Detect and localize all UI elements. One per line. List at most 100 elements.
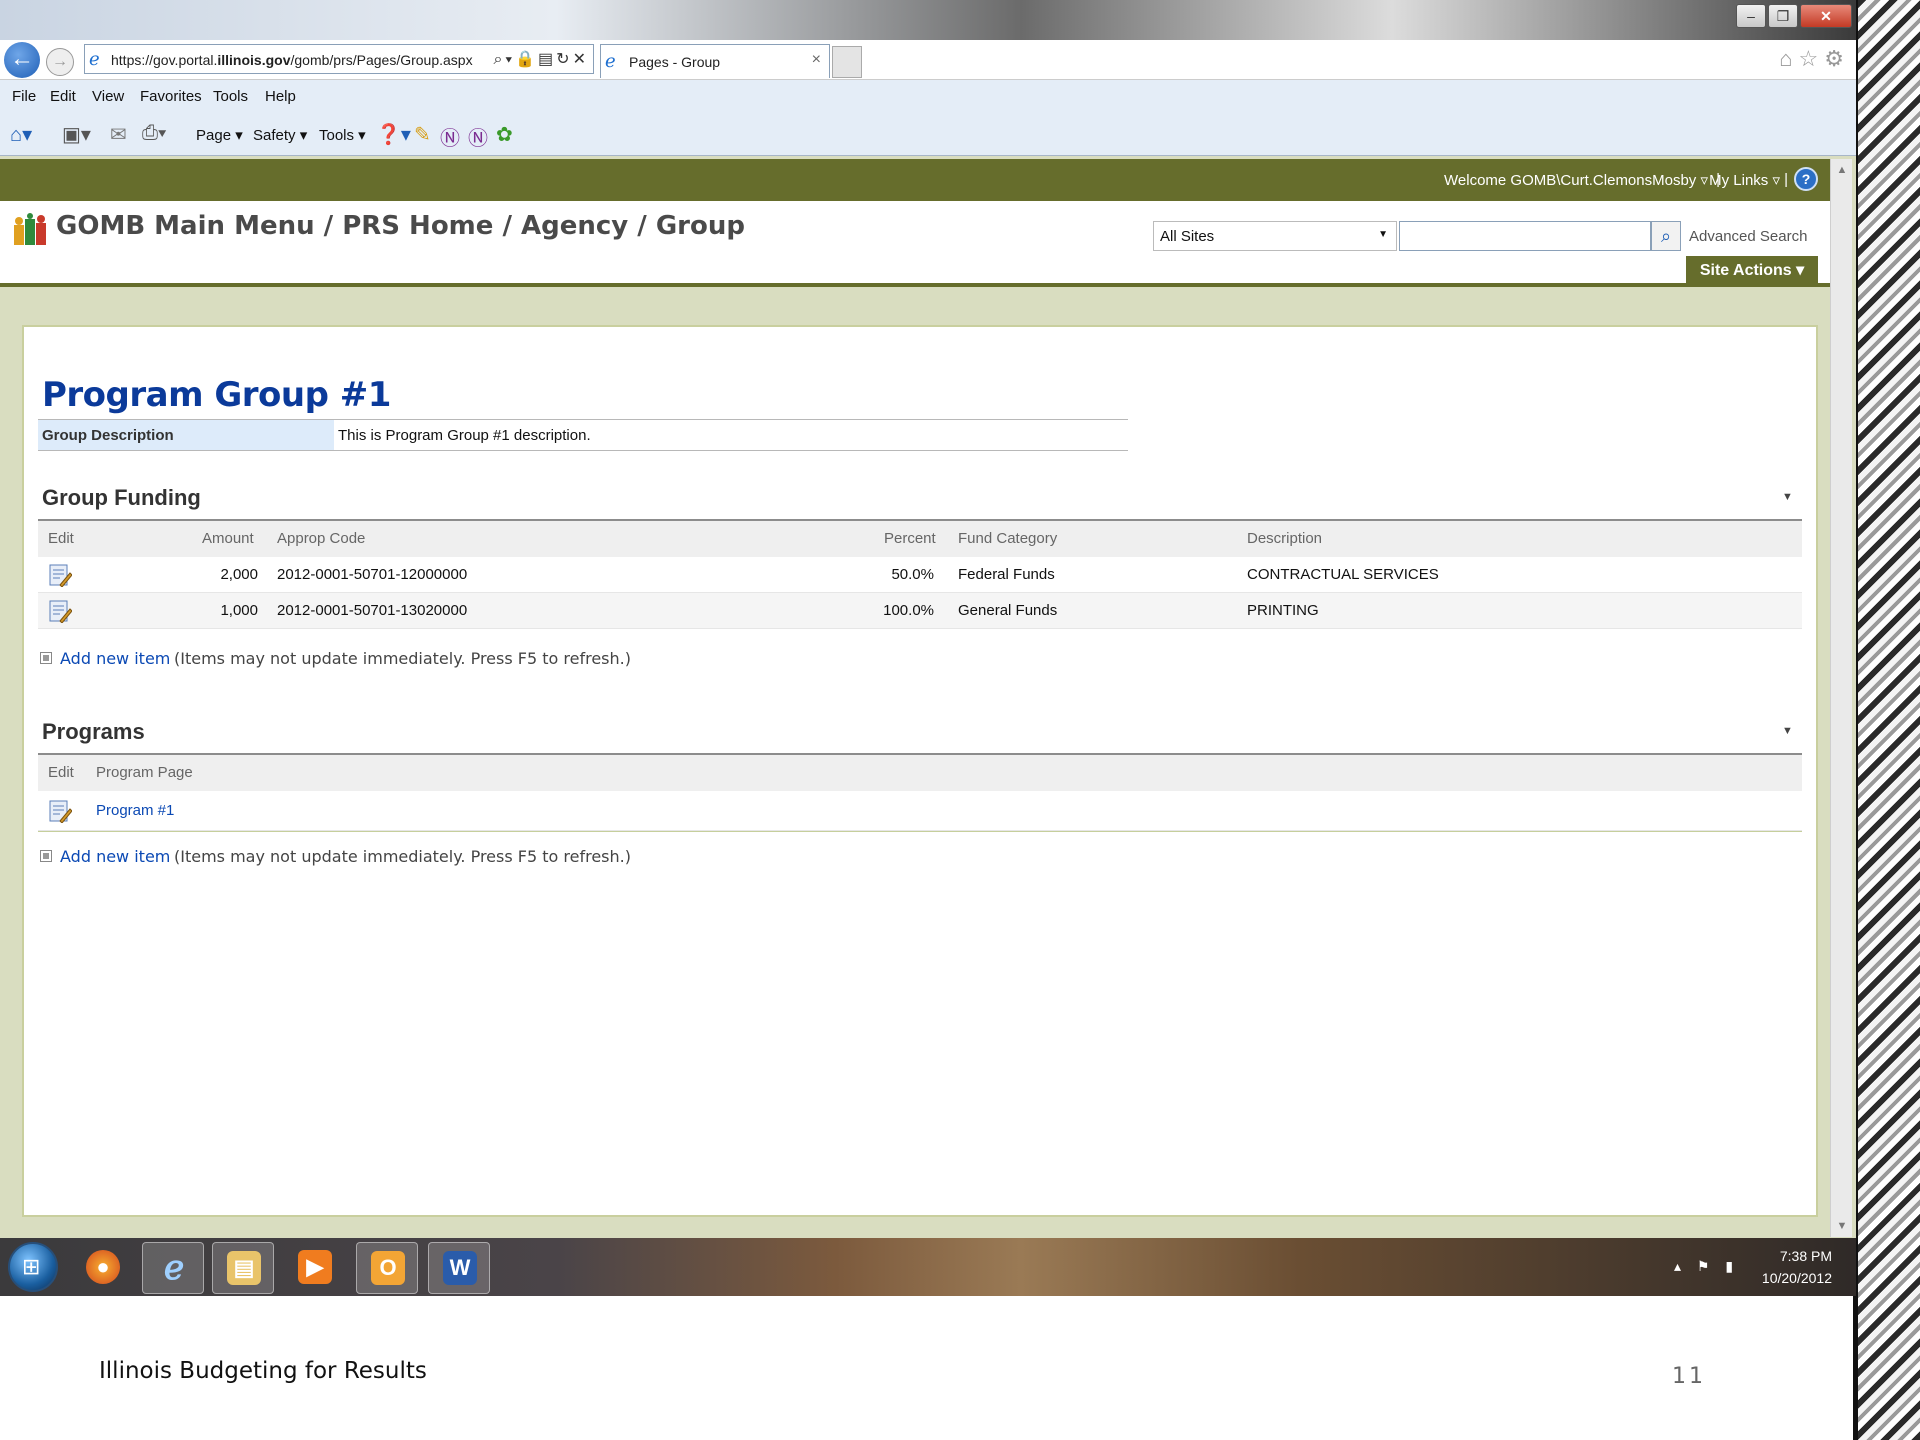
group-description-table: Group Description This is Program Group … <box>38 419 1128 451</box>
group-funding-title: Group Funding <box>42 485 201 510</box>
onenote-icon[interactable]: Ⓝ <box>440 122 460 151</box>
maximize-button[interactable]: ❐ <box>1768 4 1798 28</box>
chevron-down-icon: ▼ <box>1378 229 1388 240</box>
addon-icon[interactable]: ✎ <box>414 122 431 147</box>
menu-edit[interactable]: Edit <box>50 88 76 105</box>
menu-tools[interactable]: Tools <box>213 88 248 105</box>
firefox-icon[interactable]: ● <box>72 1242 134 1294</box>
approp-code-cell: 2012-0001-50701-13020000 <box>277 602 468 619</box>
help-icon[interactable]: ? <box>1794 167 1818 191</box>
sharepoint-top-bar: Welcome GOMB\Curt.ClemonsMosby ▿ | My Li… <box>0 159 1830 201</box>
internet-explorer-icon[interactable]: ℯ <box>142 1242 204 1294</box>
system-tray-icons[interactable]: ▴ ⚑ ▮ <box>1674 1258 1739 1275</box>
collapse-arrow-icon[interactable]: ▼ <box>1782 491 1793 503</box>
menu-file[interactable]: File <box>12 88 36 105</box>
advanced-search-link[interactable]: Advanced Search <box>1689 228 1807 245</box>
my-links-menu[interactable]: My Links ▿ <box>1709 171 1780 189</box>
table-row: 1,000 2012-0001-50701-13020000 100.0% Ge… <box>38 593 1802 629</box>
refresh-note: (Items may not update immediately. Press… <box>174 649 631 668</box>
close-window-button[interactable]: ✕ <box>1800 4 1852 28</box>
site-actions-button[interactable]: Site Actions ▾ <box>1686 256 1818 286</box>
feeds-icon[interactable]: ▣▾ <box>62 122 91 147</box>
edit-icon[interactable] <box>48 563 72 587</box>
site-logo-icon <box>14 213 46 245</box>
decorative-pattern <box>1858 0 1920 1440</box>
approp-code-cell: 2012-0001-50701-12000000 <box>277 566 468 583</box>
search-input[interactable] <box>1399 221 1651 251</box>
group-description-label: Group Description <box>38 420 334 450</box>
edit-icon[interactable] <box>48 599 72 623</box>
column-edit: Edit <box>48 764 74 781</box>
column-edit: Edit <box>48 530 74 547</box>
welcome-menu[interactable]: Welcome GOMB\Curt.ClemonsMosby ▿ <box>1444 171 1708 189</box>
mail-icon[interactable]: ✉ <box>110 122 127 147</box>
address-url[interactable]: https://gov.portal.illinois.gov/gomb/prs… <box>111 52 473 68</box>
navigation-bar: ← → ℯ https://gov.portal.illinois.gov/go… <box>0 40 1856 80</box>
column-amount[interactable]: Amount <box>202 530 254 547</box>
help-menu-icon[interactable]: ❓▾ <box>376 122 411 147</box>
address-tools-icons[interactable]: ⌕▾🔒▤↻✕ <box>493 49 589 69</box>
menu-view[interactable]: View <box>92 88 124 105</box>
start-button[interactable]: ⊞ <box>8 1242 58 1292</box>
back-button[interactable]: ← <box>4 42 40 78</box>
table-header-row: Edit Amount Approp Code Percent Fund Cat… <box>38 521 1802 557</box>
column-program-page[interactable]: Program Page <box>96 764 193 781</box>
address-bar[interactable]: ℯ https://gov.portal.illinois.gov/gomb/p… <box>84 44 594 74</box>
addon-green-icon[interactable]: ✿ <box>496 122 513 147</box>
page-menu[interactable]: Page ▾ <box>196 126 243 144</box>
group-description-value: This is Program Group #1 description. <box>338 427 591 444</box>
command-bar: ⌂▾ ▣▾ ✉ ⎙▾ Page ▾ Safety ▾ Tools ▾ ❓▾ ✎ … <box>0 114 1856 156</box>
tools-menu[interactable]: Tools ▾ <box>319 126 366 144</box>
table-header-row: Edit Program Page <box>38 755 1802 791</box>
tab-label: Pages - Group <box>629 54 721 70</box>
edit-icon[interactable] <box>48 799 72 823</box>
media-player-icon[interactable]: ▶ <box>284 1242 346 1294</box>
file-explorer-icon[interactable]: ▤ <box>212 1242 274 1294</box>
section-divider <box>38 831 1802 832</box>
scroll-down-arrow[interactable]: ▼ <box>1831 1215 1853 1237</box>
word-icon[interactable]: W <box>428 1242 490 1294</box>
fund-category-cell: General Funds <box>958 602 1058 619</box>
tab-close-icon[interactable]: × <box>812 51 821 69</box>
search-scope-select[interactable]: All Sites ▼ <box>1153 221 1397 251</box>
page-title: Program Group #1 <box>42 375 391 415</box>
slide-footer: Illinois Budgeting for Results <box>99 1358 427 1384</box>
clock-time[interactable]: 7:38 PM <box>1760 1248 1832 1264</box>
breadcrumb[interactable]: GOMB Main Menu / PRS Home / Agency / Gro… <box>56 211 745 241</box>
tab-pages-group[interactable]: ℯ Pages - Group × <box>600 44 830 78</box>
sharepoint-header: GOMB Main Menu / PRS Home / Agency / Gro… <box>0 201 1830 287</box>
refresh-note: (Items may not update immediately. Press… <box>174 847 631 866</box>
forward-button[interactable]: → <box>46 48 74 76</box>
ie-page-icon: ℯ <box>89 49 100 69</box>
menu-bar: File Edit View Favorites Tools Help <box>0 80 1856 114</box>
print-icon[interactable]: ⎙▾ <box>142 122 166 145</box>
new-tab-button[interactable] <box>832 46 862 78</box>
slide-number: 11 <box>1672 1364 1706 1389</box>
menu-help[interactable]: Help <box>265 88 296 105</box>
column-percent[interactable]: Percent <box>884 530 936 547</box>
table-row: 2,000 2012-0001-50701-12000000 50.0% Fed… <box>38 557 1802 593</box>
menu-favorites[interactable]: Favorites <box>140 88 202 105</box>
onenote-linked-icon[interactable]: Ⓝ <box>468 122 488 151</box>
window-titlebar: – ❐ ✕ <box>0 0 1856 40</box>
column-approp-code[interactable]: Approp Code <box>277 530 365 547</box>
vertical-scrollbar[interactable]: ▲ ▼ <box>1830 159 1852 1237</box>
outlook-icon[interactable]: O <box>356 1242 418 1294</box>
collapse-arrow-icon[interactable]: ▼ <box>1782 725 1793 737</box>
home-icon[interactable]: ⌂▾ <box>10 122 32 147</box>
add-new-item-link[interactable]: Add new item <box>60 649 170 668</box>
clock-date[interactable]: 10/20/2012 <box>1756 1270 1832 1286</box>
home-favorites-tools-icons[interactable]: ⌂☆⚙ <box>1779 46 1850 72</box>
percent-cell: 50.0% <box>891 566 934 583</box>
add-item-icon <box>40 850 52 862</box>
scroll-up-arrow[interactable]: ▲ <box>1831 159 1853 181</box>
add-new-item-link[interactable]: Add new item <box>60 847 170 866</box>
safety-menu[interactable]: Safety ▾ <box>253 126 307 144</box>
amount-cell: 1,000 <box>220 602 258 619</box>
add-item-icon <box>40 652 52 664</box>
program-link[interactable]: Program #1 <box>96 802 174 819</box>
minimize-button[interactable]: – <box>1736 4 1766 28</box>
column-fund-category[interactable]: Fund Category <box>958 530 1057 547</box>
column-description[interactable]: Description <box>1247 530 1322 547</box>
search-icon[interactable]: ⌕ <box>1651 221 1681 251</box>
